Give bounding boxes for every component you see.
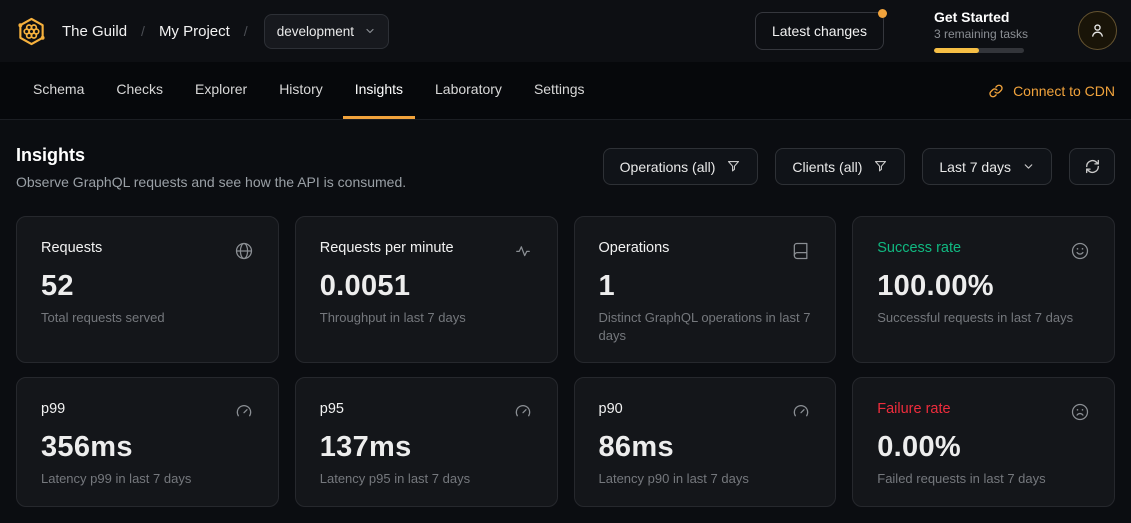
target-selector[interactable]: development xyxy=(264,14,389,49)
refresh-button[interactable] xyxy=(1069,148,1115,185)
breadcrumb-project[interactable]: My Project xyxy=(159,23,230,40)
link-icon xyxy=(988,83,1004,99)
hive-logo-icon[interactable] xyxy=(16,16,47,47)
card-value: 1 xyxy=(599,270,812,303)
card-value: 52 xyxy=(41,270,254,303)
stat-card-success-rate: Success rate 100.00% Successful requests… xyxy=(852,216,1115,363)
get-started-title[interactable]: Get Started xyxy=(934,9,1028,25)
stat-card-p95: p95 137ms Latency p95 in last 7 days xyxy=(295,377,558,507)
stat-card-rpm: Requests per minute 0.0051 Throughput in… xyxy=(295,216,558,363)
tab-bar: Schema Checks Explorer History Insights … xyxy=(0,62,1131,120)
filter-funnel-icon xyxy=(873,159,888,174)
stat-card-requests: Requests 52 Total requests served xyxy=(16,216,279,363)
stats-grid: Requests 52 Total requests served Reques… xyxy=(16,216,1115,507)
card-description: Latency p99 in last 7 days xyxy=(41,470,254,488)
activity-icon xyxy=(513,241,533,261)
tab-schema[interactable]: Schema xyxy=(21,62,96,119)
clients-filter-button[interactable]: Clients (all) xyxy=(775,148,905,185)
card-description: Latency p95 in last 7 days xyxy=(320,470,533,488)
tab-settings[interactable]: Settings xyxy=(522,62,597,119)
tab-checks[interactable]: Checks xyxy=(104,62,175,119)
breadcrumb-separator: / xyxy=(141,23,145,39)
page-subtitle: Observe GraphQL requests and see how the… xyxy=(16,174,406,190)
breadcrumb-separator: / xyxy=(244,23,248,39)
get-started-widget[interactable]: Get Started 3 remaining tasks xyxy=(934,9,1028,53)
page-title: Insights xyxy=(16,145,406,166)
card-title: p90 xyxy=(599,401,623,417)
card-value: 137ms xyxy=(320,431,533,464)
gauge-icon xyxy=(791,402,811,422)
card-description: Failed requests in last 7 days xyxy=(877,470,1090,488)
stat-card-failure-rate: Failure rate 0.00% Failed requests in la… xyxy=(852,377,1115,507)
refresh-icon xyxy=(1084,158,1101,175)
insights-page: Insights Observe GraphQL requests and se… xyxy=(0,120,1131,507)
card-title: Operations xyxy=(599,240,670,256)
card-value: 0.00% xyxy=(877,431,1090,464)
get-started-remaining: 3 remaining tasks xyxy=(934,28,1028,42)
card-description: Throughput in last 7 days xyxy=(320,309,533,327)
user-icon xyxy=(1088,21,1107,40)
target-selector-value: development xyxy=(277,24,354,39)
latest-changes-label: Latest changes xyxy=(772,23,867,39)
card-title: p99 xyxy=(41,401,65,417)
progress-fill xyxy=(934,48,979,53)
latest-changes-button[interactable]: Latest changes xyxy=(755,12,884,50)
gauge-icon xyxy=(234,402,254,422)
breadcrumb: The Guild / My Project / development xyxy=(62,14,389,49)
period-filter-label: Last 7 days xyxy=(939,159,1011,175)
top-bar: The Guild / My Project / development Lat… xyxy=(0,0,1131,62)
card-description: Successful requests in last 7 days xyxy=(877,309,1090,327)
card-title: Failure rate xyxy=(877,401,950,417)
operations-filter-label: Operations (all) xyxy=(620,159,716,175)
card-title: Requests per minute xyxy=(320,240,454,256)
tab-explorer[interactable]: Explorer xyxy=(183,62,259,119)
card-value: 356ms xyxy=(41,431,254,464)
chevron-down-icon xyxy=(364,25,376,37)
tab-history[interactable]: History xyxy=(267,62,335,119)
filter-funnel-icon xyxy=(726,159,741,174)
smile-icon xyxy=(1070,241,1090,261)
breadcrumb-org[interactable]: The Guild xyxy=(62,23,127,40)
card-value: 0.0051 xyxy=(320,270,533,303)
card-title: p95 xyxy=(320,401,344,417)
stat-card-operations: Operations 1 Distinct GraphQL operations… xyxy=(574,216,837,363)
book-icon xyxy=(791,241,811,261)
frown-icon xyxy=(1070,402,1090,422)
avatar[interactable] xyxy=(1078,11,1117,50)
stat-card-p99: p99 356ms Latency p99 in last 7 days xyxy=(16,377,279,507)
get-started-progress xyxy=(934,48,1024,53)
connect-to-cdn-label: Connect to CDN xyxy=(1013,83,1115,99)
stat-card-p90: p90 86ms Latency p90 in last 7 days xyxy=(574,377,837,507)
filters-toolbar: Operations (all) Clients (all) Last 7 da… xyxy=(603,148,1115,185)
operations-filter-button[interactable]: Operations (all) xyxy=(603,148,759,185)
connect-to-cdn-link[interactable]: Connect to CDN xyxy=(988,62,1115,119)
card-description: Distinct GraphQL operations in last 7 da… xyxy=(599,309,812,344)
card-value: 86ms xyxy=(599,431,812,464)
notification-dot xyxy=(878,9,887,18)
card-value: 100.00% xyxy=(877,270,1090,303)
period-filter-button[interactable]: Last 7 days xyxy=(922,148,1052,185)
card-description: Latency p90 in last 7 days xyxy=(599,470,812,488)
chevron-down-icon xyxy=(1022,160,1035,173)
clients-filter-label: Clients (all) xyxy=(792,159,862,175)
tab-laboratory[interactable]: Laboratory xyxy=(423,62,514,119)
gauge-icon xyxy=(513,402,533,422)
tab-insights[interactable]: Insights xyxy=(343,62,415,119)
globe-icon xyxy=(234,241,254,261)
card-description: Total requests served xyxy=(41,309,254,327)
card-title: Requests xyxy=(41,240,102,256)
card-title: Success rate xyxy=(877,240,961,256)
